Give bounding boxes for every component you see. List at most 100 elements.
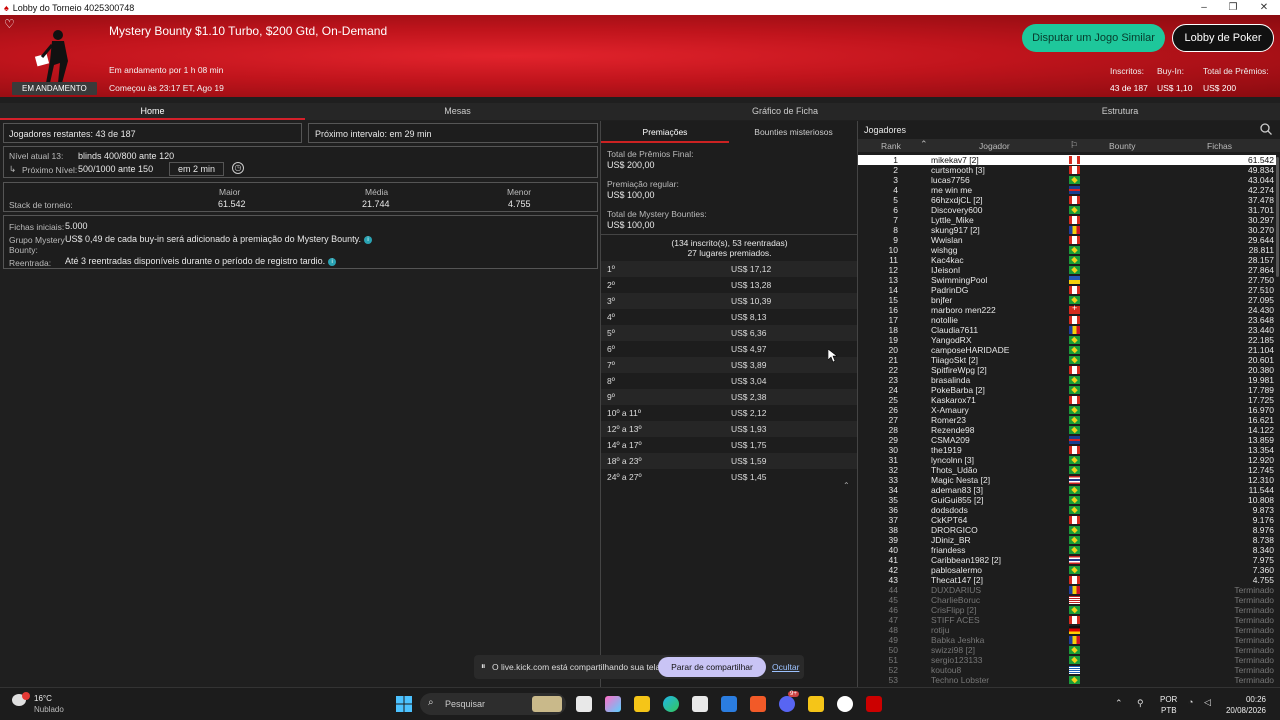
player-row[interactable]: 52 koutou8 Terminado	[858, 665, 1276, 675]
player-row[interactable]: 40 friandess 8.340	[858, 545, 1276, 555]
player-row[interactable]: 22 SpitfireWpg [2] 20.380	[858, 365, 1276, 375]
player-row[interactable]: 5 66hzxdjCL [2] 37.478	[858, 195, 1276, 205]
tab-prizes[interactable]: Premiações	[601, 121, 729, 143]
clock-icon[interactable]: ◷	[232, 162, 244, 174]
player-row[interactable]: 44 DUXDARIUS Terminado	[858, 585, 1276, 595]
player-row[interactable]: 19 YangodRX 22.185	[858, 335, 1276, 345]
player-row[interactable]: 53 Techno Lobster Terminado	[858, 675, 1276, 685]
player-row[interactable]: 4 me win me 42.274	[858, 185, 1276, 195]
player-row[interactable]: 37 CkKPT64 9.176	[858, 515, 1276, 525]
close-button[interactable]: ✕	[1250, 0, 1278, 15]
player-row[interactable]: 18 Claudia7611 23.440	[858, 325, 1276, 335]
player-row[interactable]: 3 lucas7756 43.044	[858, 175, 1276, 185]
player-row[interactable]: 24 PokeBarba [2] 17.789	[858, 385, 1276, 395]
player-row[interactable]: 43 Thecat147 [2] 4.755	[858, 575, 1276, 585]
player-row[interactable]: 12 IJeisonI 27.864	[858, 265, 1276, 275]
player-row[interactable]: 21 TiiagoSkt [2] 20.601	[858, 355, 1276, 365]
player-row[interactable]: 25 Kaskarox71 17.725	[858, 395, 1276, 405]
discord-icon[interactable]	[779, 696, 795, 712]
store-icon[interactable]	[692, 696, 708, 712]
player-row[interactable]: 14 PadrinDG 27.510	[858, 285, 1276, 295]
col-chips[interactable]: Fichas	[1207, 141, 1232, 151]
tab-home[interactable]: Home	[0, 103, 305, 120]
player-row[interactable]: 27 Romer23 16.621	[858, 415, 1276, 425]
stop-sharing-button[interactable]: Parar de compartilhar	[658, 657, 766, 677]
player-row[interactable]: 11 Kac4kac 28.157	[858, 255, 1276, 265]
tab-tables[interactable]: Mesas	[305, 103, 610, 120]
player-row[interactable]: 2 curtsmooth [3] 49.834	[858, 165, 1276, 175]
scrollbar[interactable]	[1276, 157, 1279, 277]
player-row[interactable]: 26 X-Amaury 16.970	[858, 405, 1276, 415]
favorite-heart-icon[interactable]: ♡	[4, 17, 15, 31]
info-icon[interactable]: i	[364, 235, 373, 244]
player-row[interactable]: 9 Wwislan 29.644	[858, 235, 1276, 245]
player-row[interactable]: 15 bnjfer 27.095	[858, 295, 1276, 305]
tray-chevron-icon[interactable]: ⌃	[1115, 698, 1123, 709]
player-row[interactable]: 38 DRORGICO 8.976	[858, 525, 1276, 535]
player-row[interactable]: 10 wishgg 28.811	[858, 245, 1276, 255]
tab-mystery-bounties[interactable]: Bounties misteriosos	[729, 121, 858, 143]
clock-time[interactable]: 00:26	[1236, 695, 1266, 704]
info-icon[interactable]: i	[328, 257, 337, 266]
player-row[interactable]: 41 Caribbean1982 [2] 7.975	[858, 555, 1276, 565]
player-row[interactable]: 36 dodsdods 9.873	[858, 505, 1276, 515]
collapse-chevron-icon[interactable]: ⌃	[843, 481, 850, 490]
weather-desc[interactable]: Nublado	[34, 705, 64, 714]
player-row[interactable]: 30 the1919 13.354	[858, 445, 1276, 455]
tab-chip-graph[interactable]: Gráfico de Ficha	[640, 103, 930, 120]
copilot-icon[interactable]	[605, 696, 621, 712]
brave-icon[interactable]	[750, 696, 766, 712]
player-row[interactable]: 50 swizzi98 [2] Terminado	[858, 645, 1276, 655]
player-row[interactable]: 49 Babka Jeshka Terminado	[858, 635, 1276, 645]
minimize-button[interactable]: –	[1190, 0, 1218, 15]
player-row[interactable]: 47 STIFF ACES Terminado	[858, 615, 1276, 625]
maximize-button[interactable]: ❐	[1219, 0, 1247, 15]
mail-icon[interactable]	[721, 696, 737, 712]
search-icon[interactable]	[1260, 123, 1272, 135]
player-row[interactable]: 48 rotiju Terminado	[858, 625, 1276, 635]
player-row[interactable]: 28 Rezende98 14.122	[858, 425, 1276, 435]
volume-icon[interactable]: ◁	[1204, 697, 1211, 708]
weather-temp[interactable]: 16°C	[34, 694, 52, 703]
clock-date[interactable]: 20/08/2026	[1224, 706, 1266, 715]
player-row[interactable]: 8 skung917 [2] 30.270	[858, 225, 1276, 235]
poker-lobby-button[interactable]: Lobby de Poker	[1172, 24, 1274, 52]
col-player[interactable]: Jogador	[979, 141, 1010, 151]
notes-icon[interactable]	[808, 696, 824, 712]
hide-link[interactable]: Ocultar	[772, 662, 799, 672]
player-row[interactable]: 23 brasalinda 19.981	[858, 375, 1276, 385]
language-top[interactable]: POR	[1160, 695, 1177, 704]
flag-column-icon[interactable]: ⚐	[1070, 140, 1078, 151]
player-row[interactable]: 45 CharlieBoruc Terminado	[858, 595, 1276, 605]
col-bounty[interactable]: Bounty	[1109, 141, 1135, 151]
player-row[interactable]: 33 Magic Nesta [2] 12.310	[858, 475, 1276, 485]
windows-start-icon[interactable]	[396, 696, 412, 712]
col-rank[interactable]: Rank	[881, 141, 901, 151]
player-row[interactable]: 51 sergio123133 Terminado	[858, 655, 1276, 665]
player-row[interactable]: 16 marboro men222 24.430	[858, 303, 1276, 315]
tray-network-icon[interactable]: ⚲	[1137, 698, 1144, 709]
tab-structure[interactable]: Estrutura	[970, 103, 1270, 120]
player-row[interactable]: 17 notollie 23.648	[858, 315, 1276, 325]
chatgpt-icon[interactable]	[837, 696, 853, 712]
player-row[interactable]: 46 CrisFlipp [2] Terminado	[858, 605, 1276, 615]
player-row[interactable]: 6 Discovery600 31.701	[858, 205, 1276, 215]
edge-icon[interactable]	[663, 696, 679, 712]
pokerstars-icon[interactable]	[866, 696, 882, 712]
sort-up-icon[interactable]: ⌃	[920, 139, 928, 150]
player-row[interactable]: 39 JDiniz_BR 8.738	[858, 535, 1276, 545]
player-row[interactable]: 34 ademan83 [3] 11.544	[858, 485, 1276, 495]
player-row[interactable]: 7 Lyttle_Mike 30.297	[858, 215, 1276, 225]
player-row[interactable]: 32 Thots_Udão 12.745	[858, 465, 1276, 475]
player-row[interactable]: 35 GuiGui855 [2] 10.808	[858, 495, 1276, 505]
player-row[interactable]: 31 lyncolnn [3] 12.920	[858, 455, 1276, 465]
taskbar-search-box[interactable]: ⌕ Pesquisar	[420, 693, 566, 715]
play-similar-button[interactable]: Disputar um Jogo Similar	[1022, 24, 1165, 52]
player-row[interactable]: 1 mikekav7 [2] 61.542	[858, 155, 1276, 165]
task-view-icon[interactable]	[576, 696, 592, 712]
language-bottom[interactable]: PTB	[1161, 706, 1177, 715]
player-row[interactable]: 42 pablosalermo 7.360	[858, 565, 1276, 575]
player-row[interactable]: 13 SwimmingPool 27.750	[858, 275, 1276, 285]
file-explorer-icon[interactable]	[634, 696, 650, 712]
player-row[interactable]: 20 camposeHARIDADE 21.104	[858, 345, 1276, 355]
